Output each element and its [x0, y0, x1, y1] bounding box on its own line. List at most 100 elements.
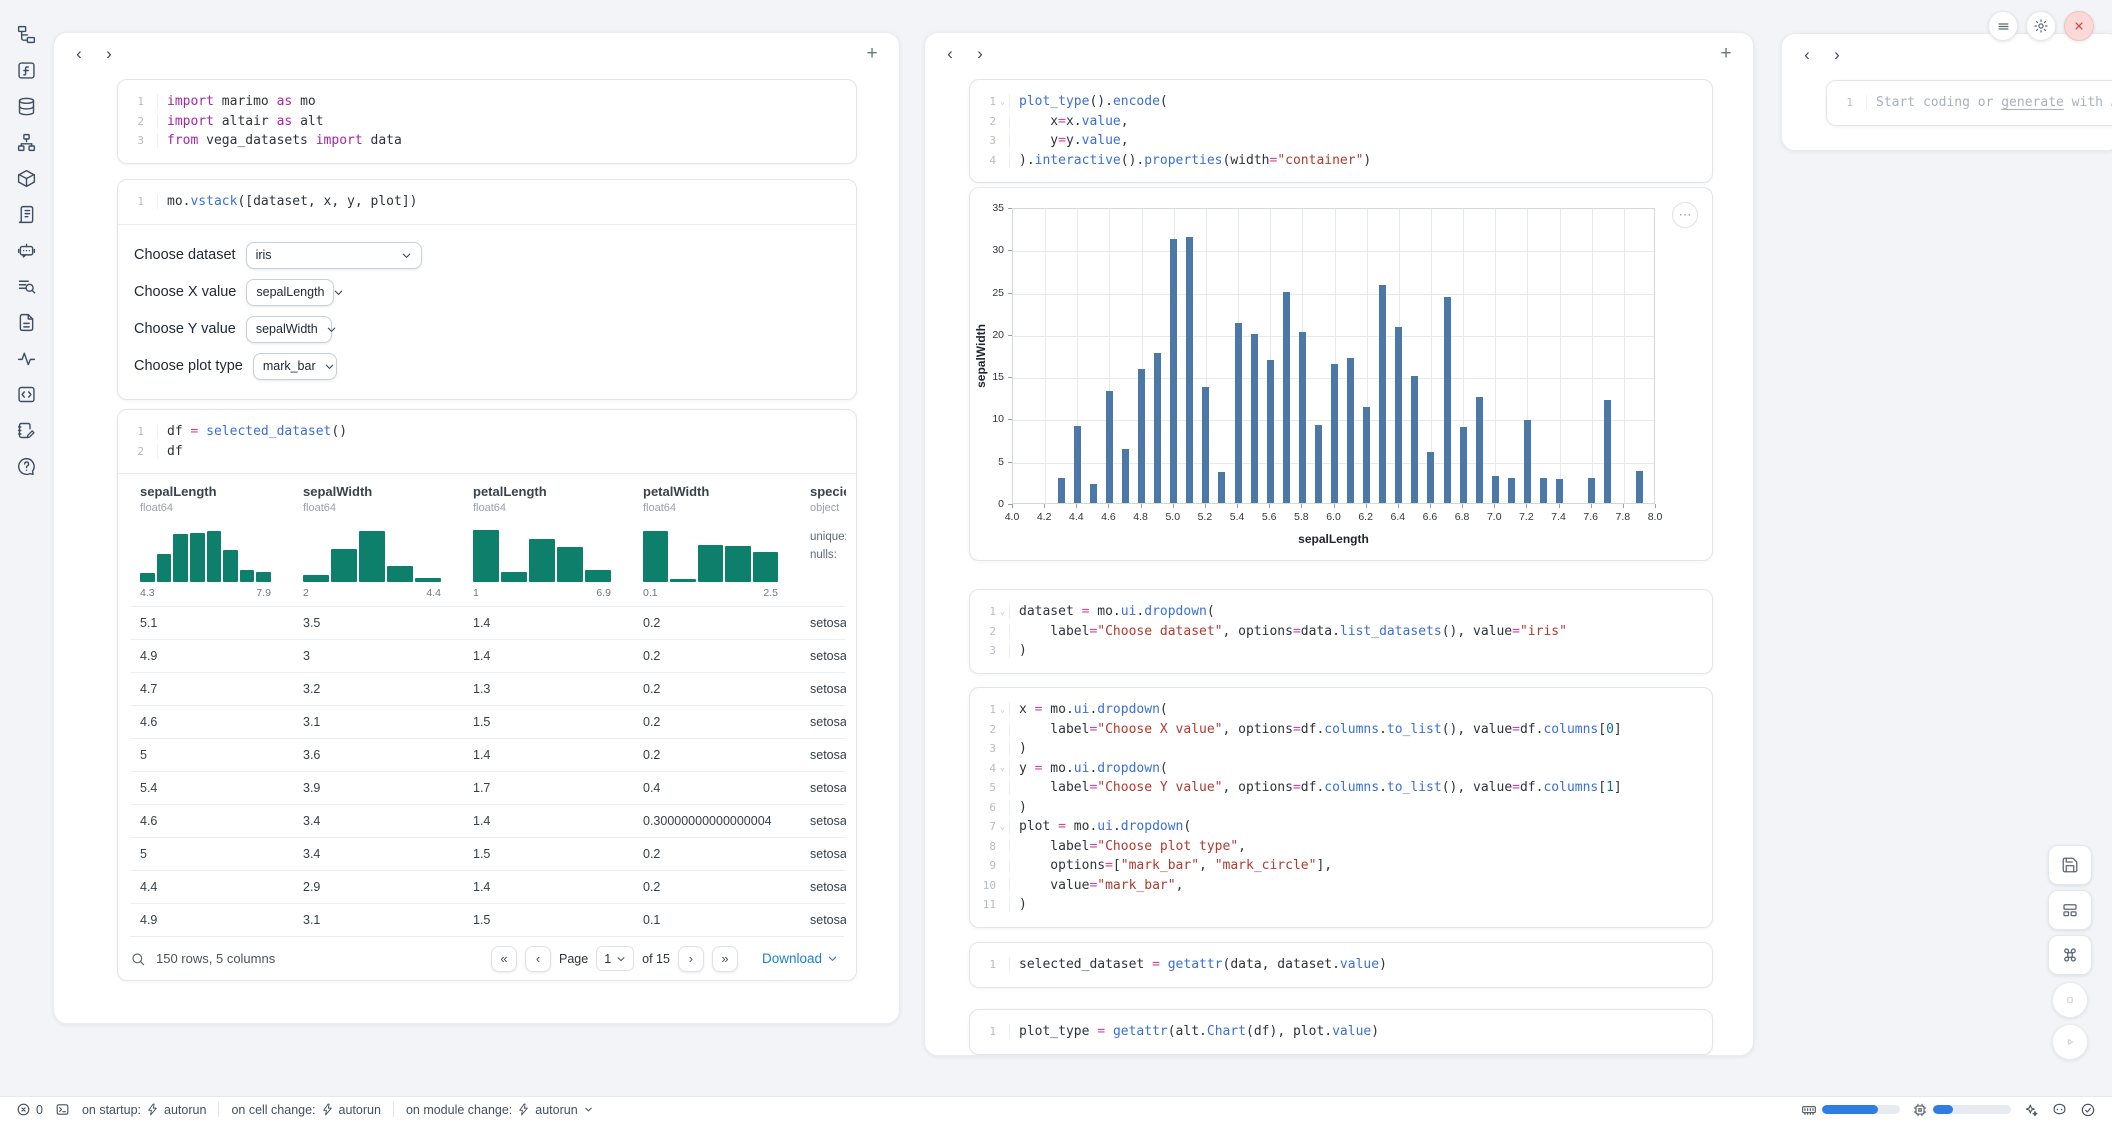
column-header-sepalWidth[interactable]: sepalWidthfloat6424.4	[293, 484, 463, 599]
chart-bar[interactable]	[1267, 360, 1274, 503]
code-line[interactable]: 7⌄plot = mo.ui.dropdown(	[970, 817, 1712, 837]
code-line[interactable]: 11)	[970, 895, 1712, 915]
terminal-button[interactable]	[55, 1102, 70, 1117]
code-line[interactable]: 4).interactive().properties(width="conta…	[970, 151, 1712, 171]
chart-bar[interactable]	[1202, 387, 1209, 503]
code-cell-vstack[interactable]: 1mo.vstack([dataset, x, y, plot]) Choose…	[117, 179, 857, 400]
chart-bar[interactable]	[1411, 376, 1418, 503]
code-line[interactable]: 6)	[970, 798, 1712, 818]
column-header-species[interactable]: speciesobjectunique:nulls:	[800, 484, 846, 599]
chart-bar[interactable]	[1604, 400, 1611, 503]
add-cell-button[interactable]: +	[1713, 41, 1739, 67]
keyboard-shortcuts-button[interactable]	[2048, 935, 2092, 975]
chart-bar[interactable]	[1476, 397, 1483, 503]
column-expand-right-button[interactable]: ›	[96, 41, 122, 67]
save-button[interactable]	[2048, 845, 2092, 885]
code-line[interactable]: 1plot_type = getattr(alt.Chart(df), plot…	[970, 1022, 1712, 1042]
chart-bar[interactable]	[1331, 364, 1338, 503]
last-page-button[interactable]: »	[712, 946, 738, 972]
table-search-icon[interactable]	[130, 951, 146, 967]
code-line[interactable]: 2 label="Choose dataset", options=data.l…	[970, 622, 1712, 642]
chart-bar[interactable]	[1106, 391, 1113, 503]
chart-bar[interactable]	[1524, 420, 1531, 503]
code-line[interactable]: 1⌄dataset = mo.ui.dropdown(	[970, 602, 1712, 622]
datasources-icon[interactable]	[16, 96, 37, 117]
on-module-change-setting[interactable]: on module change: autorun	[406, 1103, 594, 1117]
code-line[interactable]: 9 options=["mark_bar", "mark_circle"],	[970, 856, 1712, 876]
dropdown-choose-plot-type[interactable]: mark_bar	[253, 353, 337, 380]
fold-marker-icon[interactable]: ⌄	[996, 705, 1009, 715]
code-line[interactable]: 1import marimo as mo	[118, 92, 856, 112]
column-collapse-left-button[interactable]: ‹	[937, 41, 963, 67]
logs-icon[interactable]	[16, 276, 37, 297]
chart-bar[interactable]	[1058, 478, 1065, 503]
scratchpad-icon[interactable]	[16, 420, 37, 441]
empty-code-cell[interactable]: 1 Start coding or generate with AI.	[1826, 80, 2112, 126]
chart-menu-button[interactable]: ⋯	[1672, 202, 1698, 228]
settings-button[interactable]	[2026, 11, 2056, 41]
column-collapse-left-button[interactable]: ‹	[66, 41, 92, 67]
code-line[interactable]: 1⌄x = mo.ui.dropdown(	[970, 700, 1712, 720]
column-collapse-left-button[interactable]: ‹	[1794, 42, 1820, 68]
connection-status-button[interactable]	[2080, 1102, 2096, 1118]
run-all-button[interactable]	[2052, 1024, 2088, 1060]
code-line[interactable]: 3)	[970, 641, 1712, 661]
code-line[interactable]: 1⌄plot_type().encode(	[970, 92, 1712, 112]
chart-bar[interactable]	[1218, 472, 1225, 503]
documentation-icon[interactable]	[16, 312, 37, 333]
first-page-button[interactable]: «	[491, 946, 517, 972]
outline-icon[interactable]	[16, 204, 37, 225]
on-cell-change-setting[interactable]: on cell change: autorun	[231, 1103, 381, 1117]
code-cell-selected-dataset[interactable]: 1selected_dataset = getattr(data, datase…	[969, 942, 1713, 988]
code-line[interactable]: 1df = selected_dataset()	[118, 422, 856, 442]
stop-execution-button[interactable]	[2052, 982, 2088, 1018]
code-line[interactable]: 10 value="mark_bar",	[970, 876, 1712, 896]
code-cell-plot[interactable]: 1⌄plot_type().encode(2 x=x.value,3 y=y.v…	[969, 79, 1713, 183]
shutdown-button[interactable]	[2064, 11, 2094, 41]
fold-marker-icon[interactable]: ⌄	[996, 607, 1009, 617]
download-button[interactable]: Download	[756, 950, 844, 967]
page-select[interactable]: 1	[596, 946, 634, 971]
chart-bar[interactable]	[1186, 237, 1193, 503]
code-line[interactable]: 1mo.vstack([dataset, x, y, plot])	[118, 192, 856, 212]
file-explorer-icon[interactable]	[16, 24, 37, 45]
bar-chart-plot-area[interactable]	[1012, 208, 1655, 504]
chart-bar[interactable]	[1508, 478, 1515, 503]
code-line[interactable]: 1selected_dataset = getattr(data, datase…	[970, 955, 1712, 975]
chart-bar[interactable]	[1235, 323, 1242, 503]
column-expand-right-button[interactable]: ›	[1824, 42, 1850, 68]
chart-bar[interactable]	[1347, 358, 1354, 503]
code-cell-plot-type[interactable]: 1plot_type = getattr(alt.Chart(df), plot…	[969, 1009, 1713, 1055]
fold-marker-icon[interactable]: ⌄	[996, 763, 1009, 773]
code-line[interactable]: 3from vega_datasets import data	[118, 131, 856, 151]
code-line[interactable]: 3)	[970, 739, 1712, 759]
chart-bar[interactable]	[1299, 332, 1306, 503]
code-line[interactable]: 5 label="Choose Y value", options=df.col…	[970, 778, 1712, 798]
fold-marker-icon[interactable]: ⌄	[996, 822, 1009, 832]
next-page-button[interactable]: ›	[678, 946, 704, 972]
code-line[interactable]: 2 label="Choose X value", options=df.col…	[970, 720, 1712, 740]
chart-bar[interactable]	[1074, 426, 1081, 503]
help-icon[interactable]	[16, 456, 37, 477]
chart-bar[interactable]	[1556, 479, 1563, 503]
code-line[interactable]: 2df	[118, 442, 856, 462]
chart-bar[interactable]	[1444, 297, 1451, 503]
code-line[interactable]: 8 label="Choose plot type",	[970, 837, 1712, 857]
chart-bar[interactable]	[1154, 353, 1161, 503]
app-layout-button[interactable]	[2048, 890, 2092, 930]
chart-bar[interactable]	[1251, 334, 1258, 503]
chart-bar[interactable]	[1395, 327, 1402, 503]
code-cell-imports[interactable]: 1import marimo as mo2import altair as al…	[117, 79, 857, 164]
chart-bar[interactable]	[1315, 425, 1322, 503]
chart-bar[interactable]	[1427, 452, 1434, 503]
error-indicator[interactable]: 0	[16, 1102, 43, 1117]
dropdown-choose-y-value[interactable]: sepalWidth	[246, 316, 332, 343]
copilot-status-button[interactable]	[2051, 1101, 2068, 1118]
generate-link[interactable]: generate	[2001, 95, 2064, 110]
code-cell-df[interactable]: 1df = selected_dataset()2df sepalLengthf…	[117, 409, 857, 981]
fold-marker-icon[interactable]: ⌄	[996, 97, 1009, 107]
column-header-petalLength[interactable]: petalLengthfloat6416.9	[463, 484, 633, 599]
column-header-sepalLength[interactable]: sepalLengthfloat644.37.9	[130, 484, 293, 599]
dependency-graph-icon[interactable]	[16, 132, 37, 153]
chart-bar[interactable]	[1379, 285, 1386, 503]
